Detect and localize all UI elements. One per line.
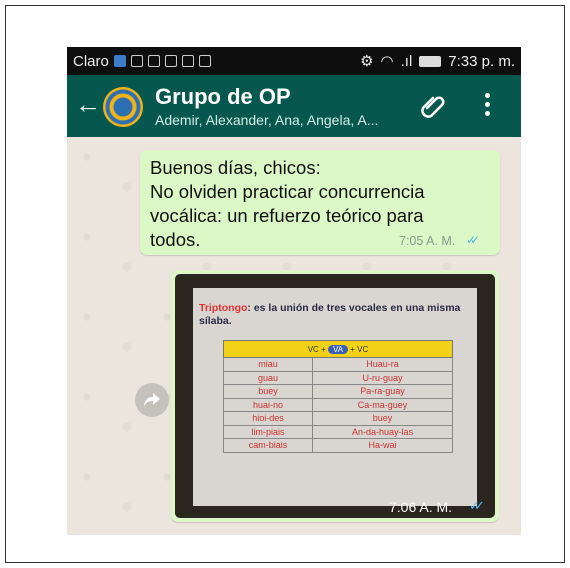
read-ticks-icon: ✓✓ [466,233,480,247]
table-row: guau U-ru-guay [222,370,453,385]
signal-icon: .ıl [400,52,413,70]
chat-members[interactable]: Ademir, Alexander, Ana, Angela, A... [155,112,378,128]
slide-title: Triptongo: es la unión de tres vocales e… [199,302,461,327]
back-arrow-icon[interactable]: ← [75,91,101,117]
image-message-time: 7:06 A. M. [389,499,453,515]
status-bar: Claro ⚙ ◠ .ıl 7:33 p. m. [67,47,521,75]
message-icon [130,55,143,67]
wifi-icon: ◠ [380,53,394,70]
chat-area: Buenos días, chicos: No olviden practica… [67,137,521,535]
read-ticks-icon: ✓✓ [469,498,485,513]
phone-screen: Claro ⚙ ◠ .ıl 7:33 p. m. ← Grupo de OP A… [67,47,521,535]
chat-header: ← Grupo de OP Ademir, Alexander, Ana, An… [67,75,521,137]
gallery-icon [147,55,160,67]
message-bubble-image[interactable]: Triptongo: es la unión de tres vocales e… [171,270,499,522]
photo-icon [198,55,211,67]
table-row: lim-piais An-da-huay-las [222,424,453,439]
download-icon [181,55,194,67]
group-avatar[interactable] [103,87,143,127]
forward-button[interactable] [135,383,169,417]
battery-icon [419,55,442,67]
notification-icon [113,55,126,67]
upload-icon [164,55,177,67]
message-bubble-text[interactable]: Buenos días, chicos: No olviden practica… [140,150,500,255]
screenshot-frame: Claro ⚙ ◠ .ıl 7:33 p. m. ← Grupo de OP A… [5,5,565,563]
forward-icon [144,393,160,407]
slide-image: Triptongo: es la unión de tres vocales e… [193,288,477,506]
triptongo-table: VC + VA + VC miau Huau-ra guau U-ru-guay b… [222,340,453,453]
vibrate-icon: ⚙ [360,53,374,70]
message-time: 7:05 A. M. [399,234,456,248]
table-header: VC + VA + VC [223,340,453,358]
table-row: hioi-des buey [222,411,453,426]
chat-title[interactable]: Grupo de OP [155,84,291,110]
clock-label: 7:33 p. m. [448,52,515,70]
carrier-label: Claro [73,52,109,70]
more-options-icon[interactable] [485,93,491,119]
attach-icon[interactable] [419,91,447,119]
table-row: cam-biais Ha-wai [222,438,453,453]
shared-photo[interactable]: Triptongo: es la unión de tres vocales e… [175,274,495,518]
table-row: miau Huau-ra [222,357,453,372]
table-row: huai-no Ca-ma-guey [222,397,453,412]
table-row: buey Pa-ra-guay [222,384,453,399]
